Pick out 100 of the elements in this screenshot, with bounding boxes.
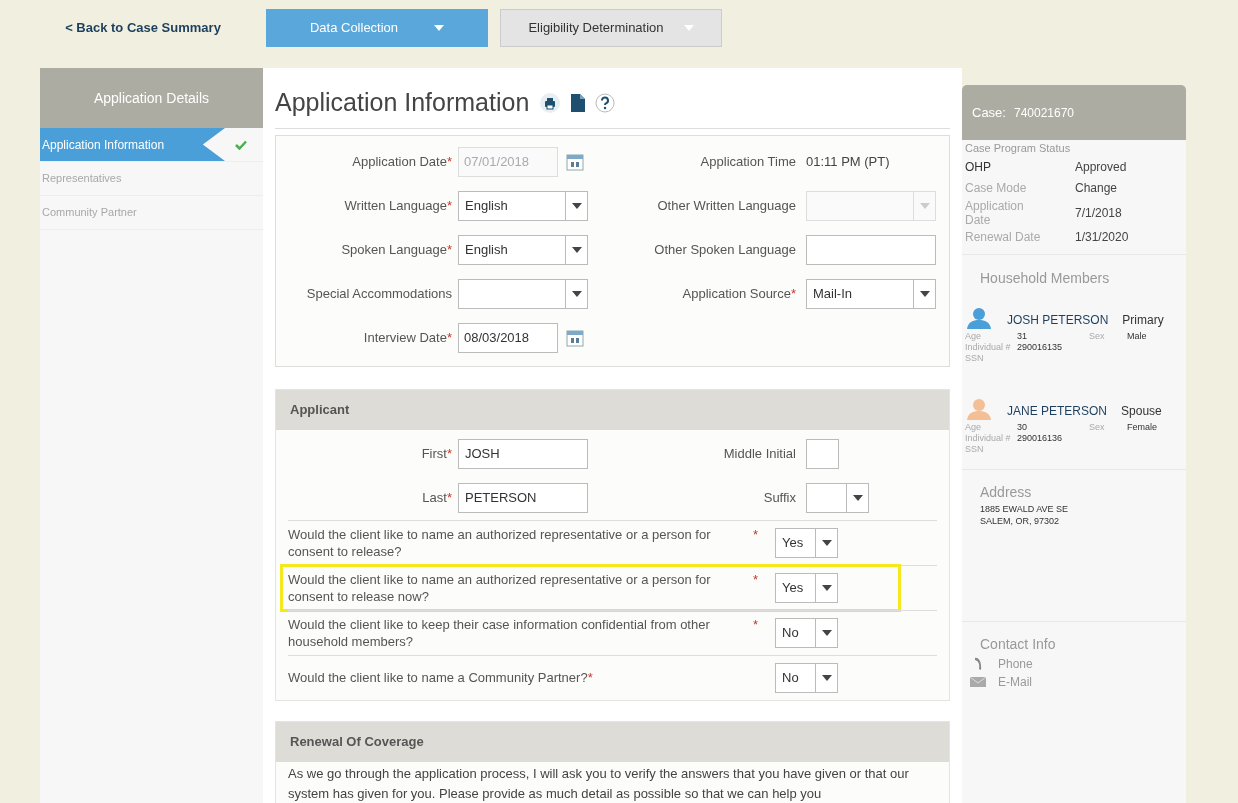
back-link[interactable]: < Back to Case Summary <box>65 18 221 38</box>
text-field[interactable]: PETERSON <box>458 482 588 513</box>
member-field-label: Individual # <box>965 341 1012 353</box>
caret-icon <box>919 202 930 209</box>
case-label: Case: <box>972 103 1006 122</box>
dropdown[interactable]: Yes <box>775 527 838 558</box>
caret-icon <box>571 290 582 297</box>
dropdown[interactable]: Mail-In <box>806 278 936 309</box>
member-field-value: 31 <box>1017 330 1028 342</box>
status-value: 7/1/2018 <box>1075 204 1123 222</box>
required-mark: * <box>790 285 796 302</box>
member-name[interactable]: JANE PETERSON <box>1007 401 1108 420</box>
required-mark: * <box>446 153 452 170</box>
member-field-label: Sex <box>1089 421 1106 433</box>
envelope-icon <box>970 676 986 687</box>
field-label: Special Accommodations <box>306 285 452 302</box>
caret-icon <box>821 629 832 636</box>
tab[interactable]: Eligibility Determination <box>500 9 722 47</box>
member-role: Primary <box>1122 311 1164 329</box>
field-label: First <box>421 445 447 462</box>
member-name[interactable]: JOSH PETERSON <box>1007 310 1109 329</box>
member-field-label: Age <box>965 330 982 342</box>
field-label: Application Source <box>682 285 791 302</box>
section-heading: Household Members <box>979 268 1111 288</box>
phone-icon <box>973 656 983 671</box>
address-line: 1885 EWALD AVE SE <box>980 502 1070 515</box>
dropdown[interactable]: English <box>458 190 588 221</box>
caret-icon <box>821 584 832 591</box>
member-field-value: Male <box>1127 330 1148 342</box>
member-field-label: Individual # <box>965 432 1012 444</box>
field-label: Suffix <box>763 489 796 506</box>
sidebar-title: Application Details <box>93 88 210 108</box>
field-label: Other Spoken Language <box>654 241 796 258</box>
calendar-icon[interactable] <box>566 328 584 347</box>
section-title: Renewal Of Coverage <box>290 732 424 751</box>
required-mark: * <box>752 570 758 588</box>
section-heading: Case Program Status <box>965 141 1072 156</box>
field-label: Last <box>422 489 447 506</box>
status-label: Case Mode <box>965 181 1028 195</box>
question-text: Would the client like to name a Community Partner? <box>288 669 588 686</box>
field-label: Middle Initial <box>723 445 796 462</box>
renewal-text: As we go through the application process, I will ask you to verify the answers that you have given or that our system has given for you. Please provide as much detail as possible so that we can help you <box>287 764 910 803</box>
member-field-label: Age <box>965 421 982 433</box>
required-mark: * <box>587 669 593 686</box>
member-field-value: 30 <box>1017 421 1028 433</box>
field-label: Written Language <box>344 197 447 214</box>
date-field[interactable]: 08/03/2018 <box>458 322 558 353</box>
status-label: OHP <box>965 159 992 176</box>
caret-icon <box>434 25 445 31</box>
section-heading: Contact Info <box>979 634 1057 654</box>
caret-icon <box>571 246 582 253</box>
print-icon[interactable] <box>539 91 562 114</box>
question-text: Would the client like to name an authorized representative or a person for consent to release? <box>288 525 712 560</box>
dropdown[interactable]: No <box>775 662 838 693</box>
document-icon[interactable] <box>571 93 586 112</box>
question-text: Would the client like to name an authorized representative or a person for consent to release now? <box>288 570 712 605</box>
address-line: SALEM, OR, 97302 <box>980 514 1061 527</box>
member-field-label: SSN <box>965 443 985 455</box>
field-label: Application Date <box>352 153 447 170</box>
field-label: Spoken Language <box>341 241 447 258</box>
dropdown[interactable]: Yes <box>775 572 838 603</box>
caret-icon <box>571 202 582 209</box>
text-field[interactable] <box>806 438 839 469</box>
text-field[interactable] <box>806 234 936 265</box>
page-title: Application Information <box>275 87 530 118</box>
field-value: 01:11 PM (PT) <box>806 152 890 171</box>
caret-icon <box>821 674 832 681</box>
status-value: 1/31/2020 <box>1075 229 1130 246</box>
required-mark: * <box>446 489 452 506</box>
help-icon[interactable] <box>595 92 616 113</box>
question-text: Would the client like to keep their case information confidential from other household members? <box>288 615 711 650</box>
member-field-label: SSN <box>965 352 985 364</box>
status-value: Approved <box>1075 159 1128 176</box>
member-field-label: Sex <box>1089 330 1106 342</box>
required-mark: * <box>446 445 452 462</box>
field-label: Other Written Language <box>657 197 796 214</box>
text-field[interactable]: JOSH <box>458 438 588 469</box>
section-title: Applicant <box>290 400 350 419</box>
required-mark: * <box>446 197 452 214</box>
caret-icon <box>821 539 832 546</box>
required-mark: * <box>752 525 758 543</box>
member-field-value: 290016136 <box>1017 432 1064 444</box>
member-role: Spouse <box>1121 402 1162 420</box>
section-heading: Address <box>980 482 1033 502</box>
caret-icon <box>852 494 863 501</box>
case-number: 740021670 <box>1013 104 1075 122</box>
required-mark: * <box>446 329 452 346</box>
dropdown[interactable]: No <box>775 617 838 648</box>
calendar-icon[interactable] <box>566 152 584 171</box>
member-field-value: 290016135 <box>1017 341 1064 353</box>
required-mark: * <box>446 241 452 258</box>
field-label: Application Time <box>700 153 796 170</box>
status-label: Application Date <box>965 198 1025 227</box>
status-label: Renewal Date <box>965 230 1042 244</box>
caret-icon <box>919 290 930 297</box>
field-label: Interview Date <box>363 329 447 346</box>
status-value: Change <box>1075 180 1119 197</box>
dropdown[interactable]: English <box>458 234 588 265</box>
required-mark: * <box>752 615 758 633</box>
member-field-value: Female <box>1127 421 1158 433</box>
